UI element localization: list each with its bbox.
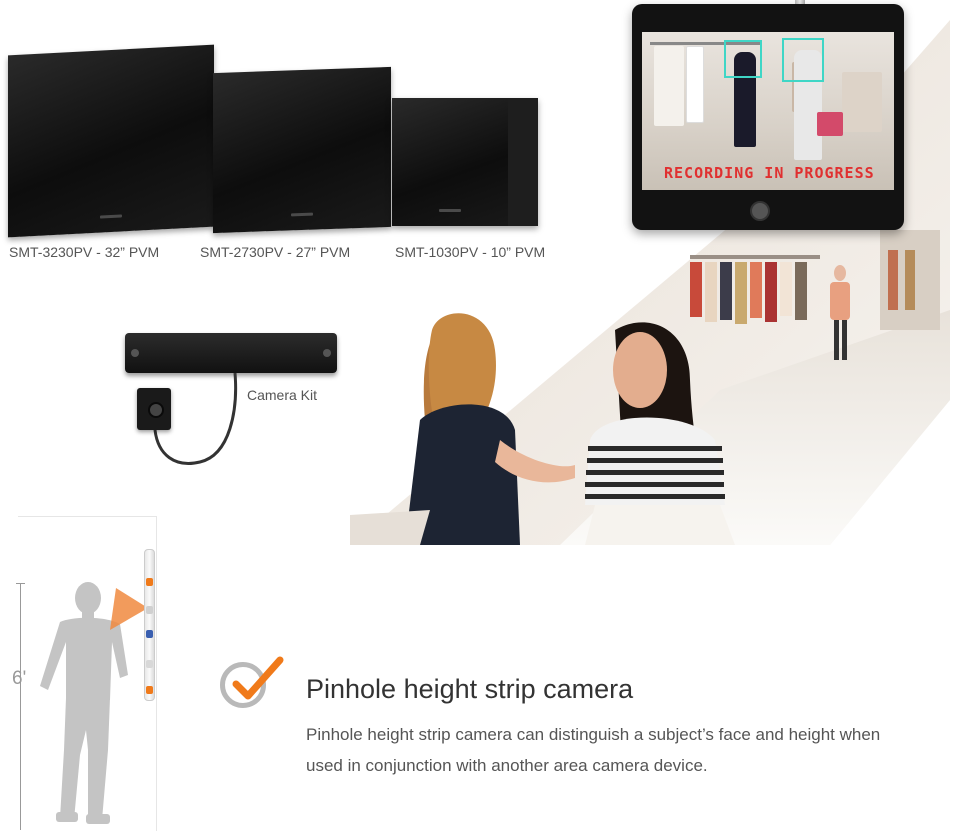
power-button-icon [750, 201, 770, 221]
monitor-27-image [213, 66, 391, 234]
monitor-brand-mark [439, 209, 462, 212]
hanging-monitor-image: RECORDING IN PROGRESS [632, 4, 904, 230]
feature-title: Pinhole height strip camera [306, 674, 634, 704]
monitor-screen: RECORDING IN PROGRESS [642, 32, 894, 190]
camera-kit-label: Camera Kit [247, 387, 318, 403]
product-caption-10: SMT-1030PV - 10” PVM [395, 244, 546, 260]
product-caption-27: SMT-2730PV - 27” PVM [200, 244, 351, 260]
height-label: 6' [12, 668, 27, 689]
height-dimension-line [20, 583, 21, 830]
camera-kit-strip-image [125, 333, 337, 373]
face-detection-box [782, 38, 824, 82]
recording-overlay-text: RECORDING IN PROGRESS [664, 164, 875, 182]
monitor-10-image [392, 98, 538, 226]
monitor-brand-mark [100, 214, 122, 219]
monitor-32-image [8, 44, 214, 238]
face-detection-box [724, 40, 762, 78]
checkmark-icon [232, 656, 284, 700]
monitor-brand-mark [291, 212, 313, 217]
pinhole-camera-module-image [137, 388, 171, 430]
camera-lens-icon [148, 402, 164, 418]
height-strip-camera-image [144, 549, 155, 701]
feature-description: Pinhole height strip camera can distingu… [306, 725, 881, 775]
product-caption-32: SMT-3230PV - 32” PVM [9, 244, 160, 260]
